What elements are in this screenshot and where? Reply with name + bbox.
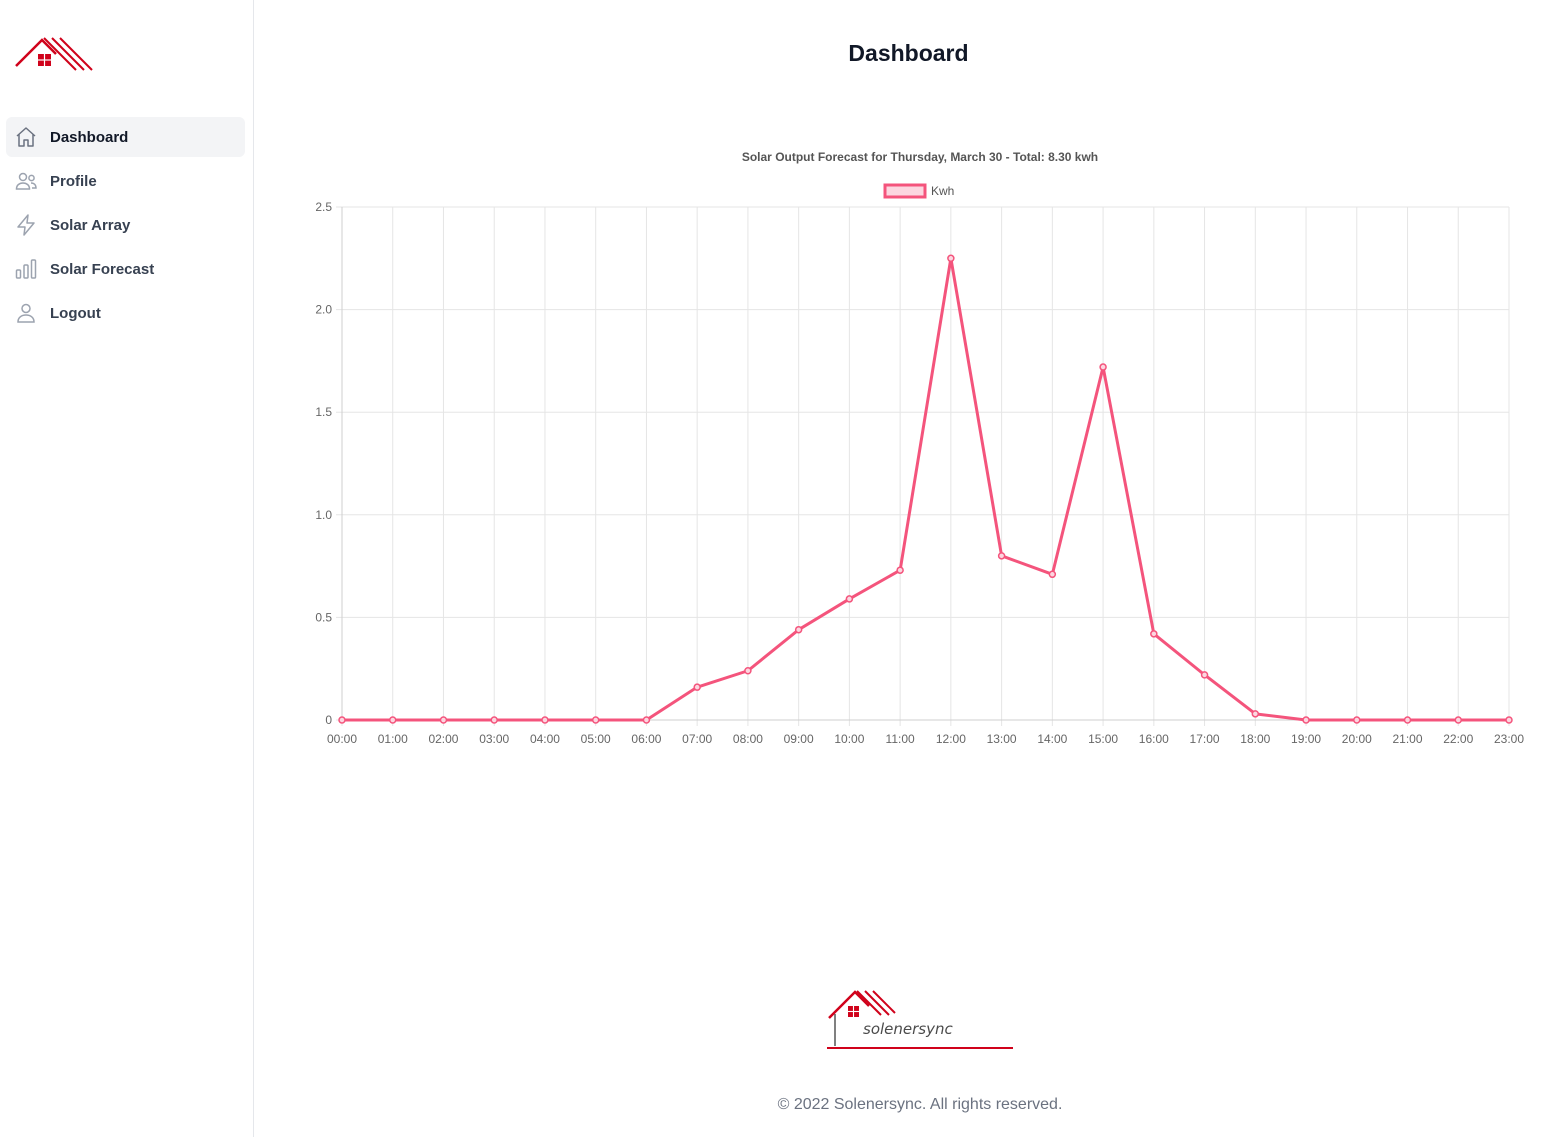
x-tick-label: 17:00 — [1190, 732, 1220, 746]
y-tick-label: 2.5 — [315, 200, 332, 214]
data-point — [338, 716, 346, 724]
data-point — [1353, 716, 1361, 724]
data-point — [1251, 710, 1260, 718]
x-tick-label: 08:00 — [733, 732, 763, 746]
chart-title: Solar Output Forecast for Thursday, Marc… — [742, 150, 1098, 164]
data-point — [1302, 716, 1310, 724]
x-tick-label: 14:00 — [1037, 732, 1067, 746]
x-tick-label: 11:00 — [886, 732, 915, 746]
x-tick-label: 07:00 — [682, 732, 712, 746]
y-tick-label: 2.0 — [315, 303, 332, 317]
data-point — [642, 716, 651, 724]
x-tick-label: 22:00 — [1443, 732, 1473, 746]
data-point — [490, 716, 498, 724]
data-point — [591, 716, 600, 724]
data-point — [1454, 716, 1463, 724]
y-tick-label: 0 — [325, 713, 332, 727]
solenersync-logo-icon: solenersync — [827, 990, 1013, 1049]
x-tick-label: 06:00 — [631, 732, 661, 746]
x-tick-label: 10:00 — [834, 732, 864, 746]
x-tick-label: 19:00 — [1291, 732, 1321, 746]
series-line-kwh — [342, 256, 1509, 722]
data-point — [1150, 630, 1158, 638]
x-tick-label: 02:00 — [428, 732, 458, 746]
x-tick-label: 15:00 — [1088, 732, 1118, 746]
x-tick-label: 05:00 — [581, 732, 611, 746]
data-point — [947, 254, 955, 263]
data-point — [1200, 671, 1209, 679]
solar-forecast-chart: Solar Output Forecast for Thursday, Marc… — [315, 150, 1524, 746]
data-point — [388, 716, 397, 724]
data-point — [997, 552, 1006, 560]
x-tick-label: 00:00 — [327, 732, 357, 746]
legend-label: Kwh — [931, 184, 954, 198]
y-tick-label: 1.5 — [315, 405, 332, 419]
y-tick-label: 1.0 — [315, 508, 332, 522]
x-tick-label: 03:00 — [479, 732, 509, 746]
x-tick-label: 18:00 — [1240, 732, 1270, 746]
data-point — [896, 566, 904, 574]
data-point — [845, 595, 854, 603]
data-point — [744, 667, 752, 675]
x-tick-label: 09:00 — [784, 732, 814, 746]
data-point — [541, 716, 549, 724]
copyright-text: © 2022 Solenersync. All rights reserved. — [777, 1096, 1063, 1113]
data-point — [794, 625, 803, 634]
x-tick-label: 04:00 — [530, 732, 560, 746]
x-tick-label: 13:00 — [987, 732, 1017, 746]
data-point — [1048, 570, 1057, 579]
data-point — [1505, 716, 1513, 724]
x-tick-label: 16:00 — [1139, 732, 1169, 746]
data-point — [693, 683, 701, 691]
x-tick-label: 20:00 — [1342, 732, 1372, 746]
data-point — [1099, 363, 1107, 371]
x-tick-label: 23:00 — [1494, 732, 1524, 746]
data-point — [1403, 716, 1412, 724]
x-tick-label: 01:00 — [378, 732, 408, 746]
x-tick-label: 21:00 — [1393, 732, 1423, 746]
footer-logo-text: solenersync — [863, 1020, 953, 1038]
legend-swatch — [883, 183, 927, 199]
data-point — [439, 716, 448, 724]
x-tick-label: 12:00 — [936, 732, 966, 746]
y-tick-label: 0.5 — [315, 610, 332, 624]
